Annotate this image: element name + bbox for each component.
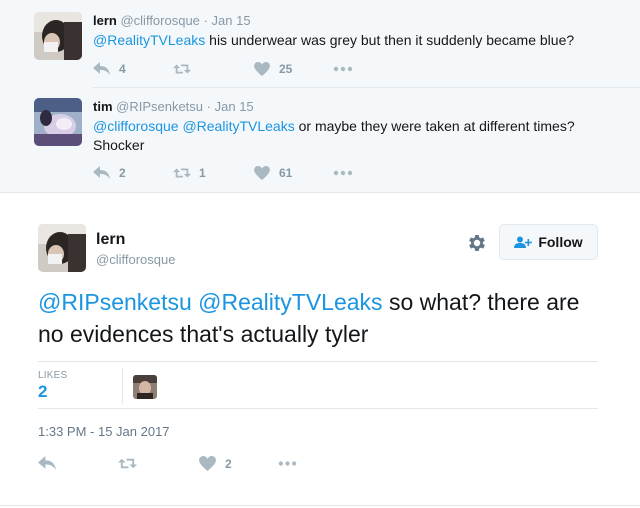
tweet-time[interactable]: Jan 15: [212, 13, 251, 28]
likes-label: LIKES: [38, 370, 68, 381]
reply-button[interactable]: 2: [93, 166, 173, 180]
gear-icon[interactable]: [466, 232, 488, 254]
more-icon: [278, 461, 297, 466]
reply-icon: [93, 166, 110, 179]
like-button[interactable]: 25: [253, 62, 333, 76]
author-handle[interactable]: @clifforosque: [120, 13, 199, 28]
tweet-body-line2: Shocker: [93, 137, 145, 153]
heart-icon: [199, 456, 216, 471]
separator-dot: ·: [206, 99, 211, 114]
reply-count: 4: [119, 62, 126, 76]
more-icon: [333, 66, 353, 72]
retweet-button[interactable]: [118, 456, 198, 471]
tweet-actions: 2: [38, 456, 358, 471]
follow-label: Follow: [538, 234, 583, 250]
divider: [122, 368, 123, 404]
tweet-time[interactable]: Jan 15: [215, 99, 254, 114]
tweet-text: @RIPsenketsu @RealityTVLeaks so what? th…: [38, 286, 598, 350]
mention-link[interactable]: @RealityTVLeaks: [93, 32, 205, 48]
heart-icon: [254, 166, 270, 180]
reply-button[interactable]: 4: [93, 62, 173, 76]
retweet-button[interactable]: [173, 62, 253, 76]
author-handle[interactable]: @RIPsenketsu: [116, 99, 203, 114]
retweet-button[interactable]: 1: [173, 166, 253, 180]
like-button[interactable]: 61: [253, 166, 333, 180]
replies-section: lern @clifforosque · Jan 15 @RealityTVLe…: [0, 0, 640, 193]
liker-avatar[interactable]: [133, 375, 157, 399]
tweet-text: @RealityTVLeaks his underwear was grey b…: [93, 31, 630, 50]
avatar[interactable]: [34, 12, 82, 60]
more-button[interactable]: [333, 66, 413, 72]
mention-link[interactable]: @RealityTVLeaks: [198, 289, 382, 315]
retweet-icon: [173, 168, 191, 178]
tweet-actions: 4 25: [93, 62, 413, 76]
author-name[interactable]: tim: [93, 99, 113, 114]
author-name[interactable]: lern: [93, 13, 117, 28]
reply-icon: [38, 456, 56, 470]
tweet-text: @clifforosque @RealityTVLeaks or maybe t…: [93, 117, 630, 155]
main-tweet: lern @clifforosque Follow @RIPsenketsu @…: [0, 194, 640, 506]
like-count: 2: [225, 456, 232, 471]
avatar[interactable]: [38, 224, 86, 272]
mention-link[interactable]: @clifforosque: [93, 118, 179, 134]
divider: [93, 87, 640, 88]
author-name[interactable]: lern: [96, 231, 125, 249]
tweet-stats: LIKES 2: [38, 361, 598, 409]
likes-count[interactable]: 2: [38, 382, 47, 402]
reply-icon: [93, 62, 110, 75]
tweet-body: his underwear was grey but then it sudde…: [205, 32, 575, 48]
tweet-actions: 2 1 61: [93, 166, 413, 180]
heart-icon: [254, 62, 270, 76]
more-button[interactable]: [333, 170, 413, 176]
more-button[interactable]: [278, 456, 358, 471]
separator-dot: ·: [203, 13, 208, 28]
author-handle[interactable]: @clifforosque: [96, 252, 175, 267]
retweet-icon: [118, 458, 137, 469]
avatar[interactable]: [34, 98, 82, 146]
reply-button[interactable]: [38, 456, 118, 471]
mention-link[interactable]: @RealityTVLeaks: [182, 118, 294, 134]
mention-link[interactable]: @RIPsenketsu: [38, 289, 192, 315]
like-count: 61: [279, 166, 293, 180]
add-user-icon: [514, 236, 533, 248]
retweet-count: 1: [199, 166, 206, 180]
tweet-body: or maybe they were taken at different ti…: [294, 118, 575, 134]
tweet-timestamp[interactable]: 1:33 PM - 15 Jan 2017: [38, 424, 170, 439]
like-button[interactable]: 2: [198, 456, 278, 471]
like-count: 25: [279, 62, 293, 76]
more-icon: [333, 170, 353, 176]
follow-button[interactable]: Follow: [499, 224, 598, 260]
reply-count: 2: [119, 166, 126, 180]
retweet-icon: [173, 64, 191, 74]
